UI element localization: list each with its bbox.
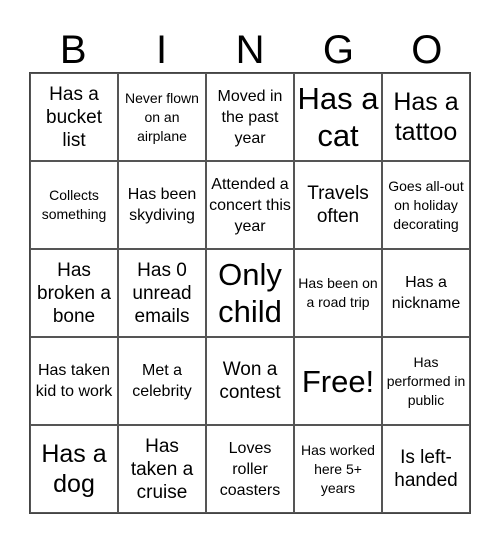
bingo-cell[interactable]: Goes all-out on holiday decorating: [382, 161, 470, 249]
bingo-cell-label: Has worked here 5+ years: [301, 441, 375, 496]
bingo-cell-label: Has been on a road trip: [298, 275, 378, 310]
bingo-cell[interactable]: Is left-handed: [382, 425, 470, 513]
bingo-cell[interactable]: Has taken a cruise: [118, 425, 206, 513]
bingo-cell[interactable]: Has been skydiving: [118, 161, 206, 249]
bingo-cell[interactable]: Never flown on an airplane: [118, 73, 206, 161]
bingo-cell[interactable]: Has been on a road trip: [294, 249, 382, 337]
bingo-cell-label: Is left-handed: [394, 447, 458, 491]
bingo-grid: Has a bucket list Never flown on an airpl…: [29, 72, 471, 514]
bingo-cell-label: Has a bucket list: [46, 83, 102, 151]
header-letter-n: N: [235, 28, 265, 72]
header-letter-b: B: [59, 28, 87, 72]
bingo-cell-label: Travels often: [307, 183, 369, 227]
bingo-cell[interactable]: Moved in the past year: [206, 73, 294, 161]
bingo-cell-label: Has a nickname: [391, 274, 461, 312]
header-letter-g: G: [322, 28, 354, 72]
header-letter-i: I: [156, 28, 168, 72]
bingo-cell[interactable]: Won a contest: [206, 337, 294, 425]
bingo-cell[interactable]: Has a cat: [294, 73, 382, 161]
bingo-cell-label: Won a contest: [219, 359, 281, 403]
free-space-cell[interactable]: Free!: [294, 337, 382, 425]
bingo-cell-label: Met a celebrity: [132, 362, 192, 400]
bingo-cell-label: Has taken a cruise: [130, 435, 194, 503]
bingo-cell[interactable]: Has a tattoo: [382, 73, 470, 161]
bingo-cell-label: Has a cat: [297, 81, 379, 153]
bingo-cell-label: Free!: [301, 363, 375, 399]
bingo-cell-label: Attended a concert this year: [209, 175, 291, 235]
bingo-cell[interactable]: Has a bucket list: [30, 73, 118, 161]
bingo-cell-label: Loves roller coasters: [219, 439, 281, 499]
bingo-cell-label: Has a dog: [41, 440, 107, 498]
bingo-cell-label: Moved in the past year: [217, 87, 283, 147]
bingo-cell[interactable]: Only child: [206, 249, 294, 337]
bingo-cell-label: Goes all-out on holiday decorating: [388, 177, 464, 232]
bingo-cell-label: Has taken kid to work: [35, 362, 113, 400]
bingo-cell-label: Never flown on an airplane: [125, 89, 199, 144]
bingo-cell[interactable]: Has a dog: [30, 425, 118, 513]
bingo-header: B I N G O: [29, 28, 471, 72]
bingo-cell[interactable]: Collects something: [30, 161, 118, 249]
bingo-cell-label: Has broken a bone: [37, 259, 111, 327]
bingo-cell-label: Only child: [218, 257, 282, 329]
bingo-cell-label: Has 0 unread emails: [132, 259, 192, 327]
bingo-cell[interactable]: Has performed in public: [382, 337, 470, 425]
bingo-cell-label: Collects something: [41, 187, 107, 222]
bingo-cell[interactable]: Has broken a bone: [30, 249, 118, 337]
bingo-cell[interactable]: Has taken kid to work: [30, 337, 118, 425]
bingo-cell[interactable]: Has 0 unread emails: [118, 249, 206, 337]
bingo-cell[interactable]: Attended a concert this year: [206, 161, 294, 249]
bingo-cell-label: Has been skydiving: [127, 186, 197, 224]
bingo-cell-label: Has performed in public: [386, 353, 466, 408]
bingo-cell[interactable]: Loves roller coasters: [206, 425, 294, 513]
header-letter-o: O: [411, 28, 443, 72]
bingo-cell[interactable]: Has a nickname: [382, 249, 470, 337]
bingo-cell[interactable]: Met a celebrity: [118, 337, 206, 425]
bingo-cell-label: Has a tattoo: [393, 88, 459, 146]
bingo-cell[interactable]: Travels often: [294, 161, 382, 249]
bingo-cell[interactable]: Has worked here 5+ years: [294, 425, 382, 513]
